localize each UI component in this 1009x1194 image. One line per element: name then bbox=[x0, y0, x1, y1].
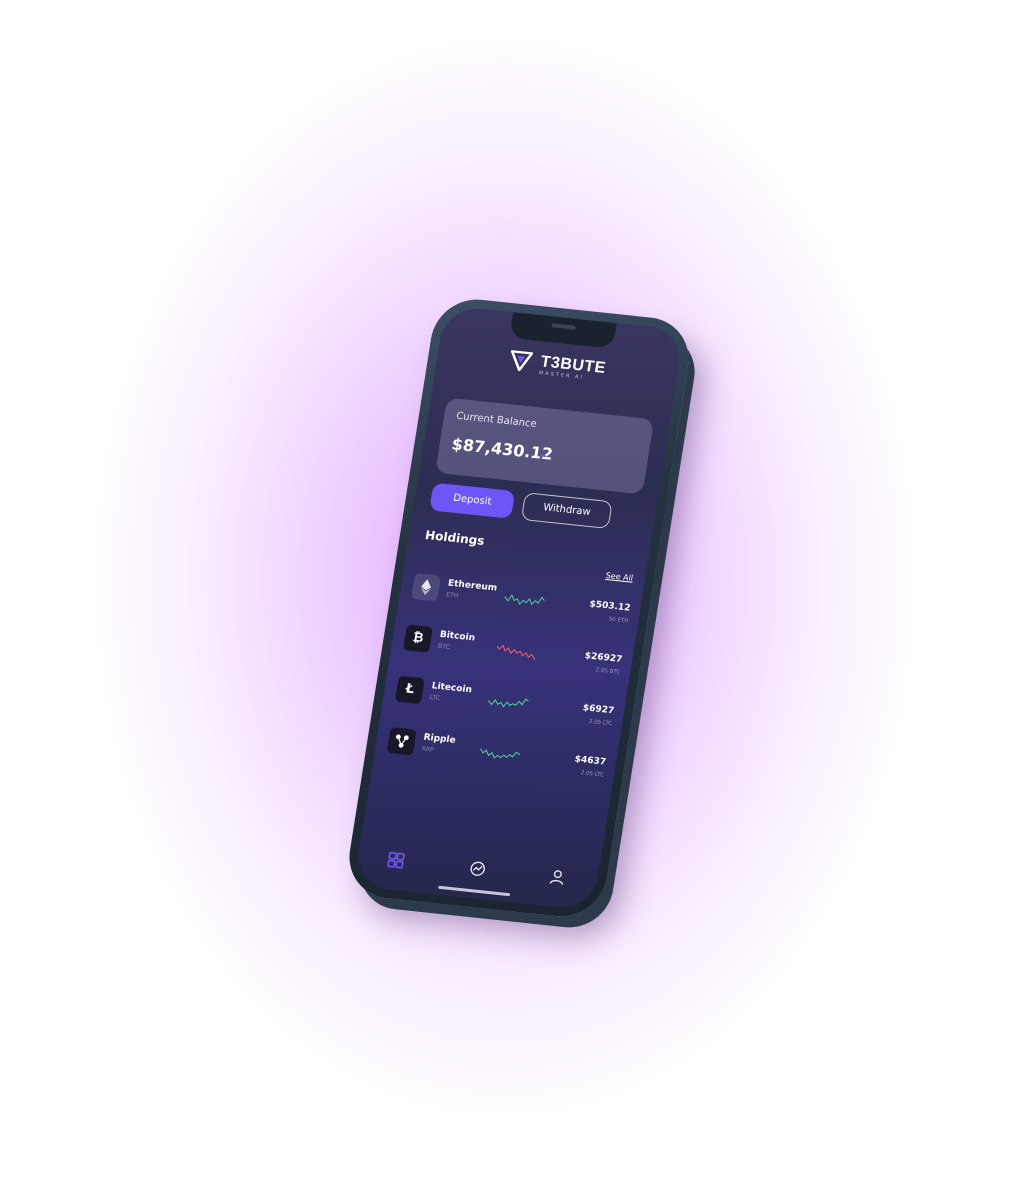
litecoin-icon: Ł bbox=[394, 675, 425, 705]
withdraw-button[interactable]: Withdraw bbox=[520, 492, 613, 530]
sparkline-up bbox=[504, 594, 545, 606]
see-all-link[interactable]: See All bbox=[605, 571, 634, 583]
coin-name: Litecoin bbox=[430, 681, 473, 696]
coin-name: Ripple bbox=[422, 732, 457, 746]
coin-symbol: XRP bbox=[421, 745, 435, 754]
sparkline-up bbox=[487, 698, 529, 708]
coin-symbol: LTC bbox=[429, 694, 441, 703]
coin-symbol: ETH bbox=[445, 591, 459, 600]
ripple-icon bbox=[386, 727, 417, 756]
speaker bbox=[551, 323, 576, 330]
balance-label: Current Balance bbox=[455, 410, 538, 431]
coin-amount: 50 ETH bbox=[608, 616, 629, 625]
deposit-button[interactable]: Deposit bbox=[429, 482, 516, 519]
balance-card: Current Balance $87,430.12 bbox=[435, 397, 655, 495]
coin-symbol: BTC bbox=[437, 642, 451, 651]
balance-indicator bbox=[540, 454, 547, 458]
coin-amount: 2.05 LTC bbox=[580, 770, 605, 779]
logo-mark-icon bbox=[507, 349, 535, 376]
coin-amount: 2.05 BTC bbox=[595, 667, 621, 676]
coin-name: Bitcoin bbox=[439, 629, 476, 644]
sparkline-down bbox=[496, 644, 536, 661]
dashboard-icon[interactable] bbox=[385, 849, 408, 871]
coin-price: $503.12 bbox=[588, 599, 632, 614]
home-indicator[interactable] bbox=[438, 885, 511, 897]
coin-amount: 2.05 LTC bbox=[588, 718, 613, 728]
ethereum-icon bbox=[411, 572, 442, 602]
bitcoin-icon: ₿ bbox=[402, 624, 433, 653]
balance-value: $87,430.12 bbox=[450, 434, 555, 464]
sparkline-up bbox=[480, 748, 521, 759]
holdings-title: Holdings bbox=[424, 527, 486, 549]
chart-icon[interactable] bbox=[466, 858, 489, 880]
coin-price: $4637 bbox=[573, 754, 607, 768]
coin-price: $26927 bbox=[583, 651, 623, 665]
coin-price: $6927 bbox=[582, 703, 615, 717]
profile-icon[interactable] bbox=[546, 866, 569, 888]
app-logo: T3BUTE MASTER AI bbox=[436, 343, 679, 392]
